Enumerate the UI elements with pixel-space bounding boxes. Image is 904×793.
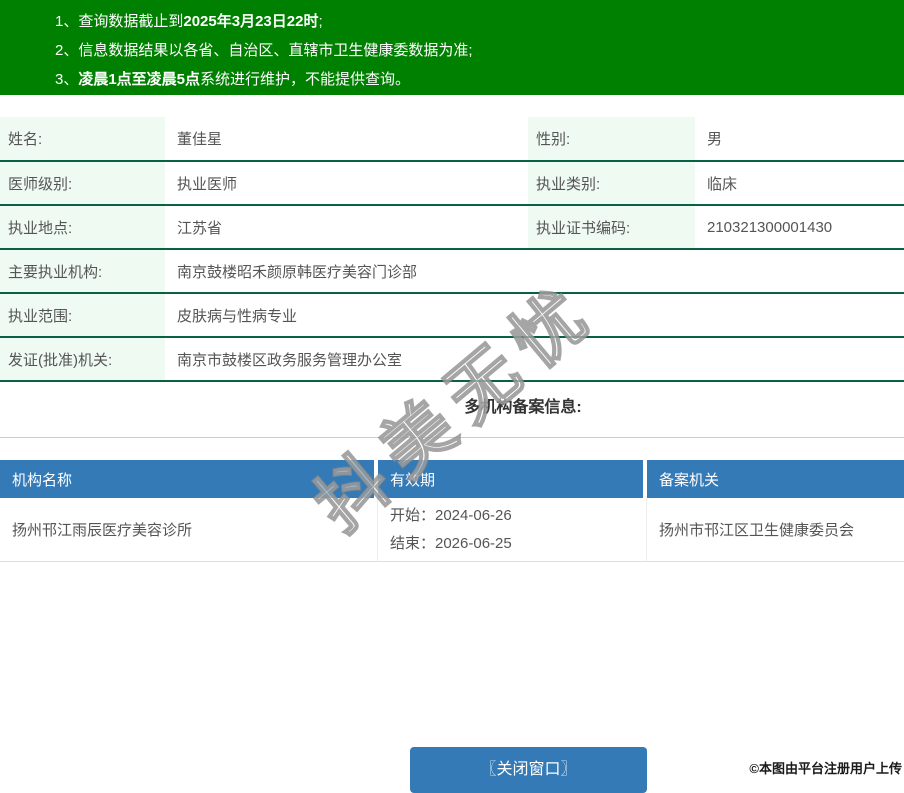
table-row: 主要执业机构: 南京鼓楼昭禾颜原韩医疗美容门诊部 xyxy=(0,249,904,294)
notice-line-1: 1、查询数据截止到2025年3月23日22时; xyxy=(55,13,323,30)
copyright-overlay: ©本图由平台注册用户上传 xyxy=(749,761,902,776)
table-row: 医师级别: 执业医师 执业类别: 临床 xyxy=(0,161,904,206)
label-issuing-authority: 发证(批准)机关: xyxy=(0,337,165,382)
section-divider xyxy=(0,437,904,438)
notice-banner: 1、查询数据截止到2025年3月23日22时; 2、信息数据结果以各省、自治区、… xyxy=(0,0,904,95)
filing-org-name: 扬州邗江雨辰医疗美容诊所 xyxy=(0,498,378,562)
table-row: 姓名: 董佳星 性别: 男 xyxy=(0,117,904,162)
filing-header-validity: 有效期 xyxy=(378,460,647,498)
value-main-institution: 南京鼓楼昭禾颜原韩医疗美容门诊部 xyxy=(165,249,904,294)
filing-authority: 扬州市邗江区卫生健康委员会 xyxy=(647,498,904,562)
label-doctor-level: 医师级别: xyxy=(0,161,165,206)
label-practice-scope: 执业范围: xyxy=(0,293,165,338)
label-gender: 性别: xyxy=(528,117,695,162)
table-row: 执业地点: 江苏省 执业证书编码: 210321300001430 xyxy=(0,205,904,250)
value-issuing-authority: 南京市鼓楼区政务服务管理办公室 xyxy=(165,337,904,382)
label-practice-category: 执业类别: xyxy=(528,161,695,206)
value-certificate-number: 210321300001430 xyxy=(695,205,904,250)
value-practice-category: 临床 xyxy=(695,161,904,206)
label-name: 姓名: xyxy=(0,117,165,162)
filing-header-authority: 备案机关 xyxy=(647,460,904,498)
value-practice-location: 江苏省 xyxy=(165,205,528,250)
filing-header-org-name: 机构名称 xyxy=(0,460,378,498)
close-window-button[interactable]: 〖关闭窗口〗 xyxy=(410,747,647,793)
section-title-multi-org-filing: 多机构备案信息: xyxy=(464,399,582,416)
table-row: 发证(批准)机关: 南京市鼓楼区政务服务管理办公室 xyxy=(0,337,904,382)
table-row: 执业范围: 皮肤病与性病专业 xyxy=(0,293,904,338)
filing-validity: 开始：2024-06-26 结束：2026-06-25 xyxy=(378,498,647,562)
value-name: 董佳星 xyxy=(165,117,528,162)
filing-header-row: 机构名称 有效期 备案机关 xyxy=(0,460,904,498)
label-certificate-number: 执业证书编码: xyxy=(528,205,695,250)
filing-validity-start: 开始：2024-06-26 xyxy=(390,506,512,524)
practitioner-info-table: 姓名: 董佳星 性别: 男 医师级别: 执业医师 执业类别: 临床 执业地点: … xyxy=(0,117,904,382)
label-practice-location: 执业地点: xyxy=(0,205,165,250)
filing-validity-end: 结束：2026-06-25 xyxy=(390,534,512,552)
label-main-institution: 主要执业机构: xyxy=(0,249,165,294)
filing-table: 机构名称 有效期 备案机关 扬州邗江雨辰医疗美容诊所 开始：2024-06-26… xyxy=(0,460,904,562)
value-practice-scope: 皮肤病与性病专业 xyxy=(165,293,904,338)
notice-line-3: 3、凌晨1点至凌晨5点系统进行维护，不能提供查询。 xyxy=(55,71,411,88)
filing-data-row: 扬州邗江雨辰医疗美容诊所 开始：2024-06-26 结束：2026-06-25… xyxy=(0,498,904,562)
notice-line-2: 2、信息数据结果以各省、自治区、直辖市卫生健康委数据为准; xyxy=(55,42,473,59)
value-doctor-level: 执业医师 xyxy=(165,161,528,206)
value-gender: 男 xyxy=(695,117,904,162)
